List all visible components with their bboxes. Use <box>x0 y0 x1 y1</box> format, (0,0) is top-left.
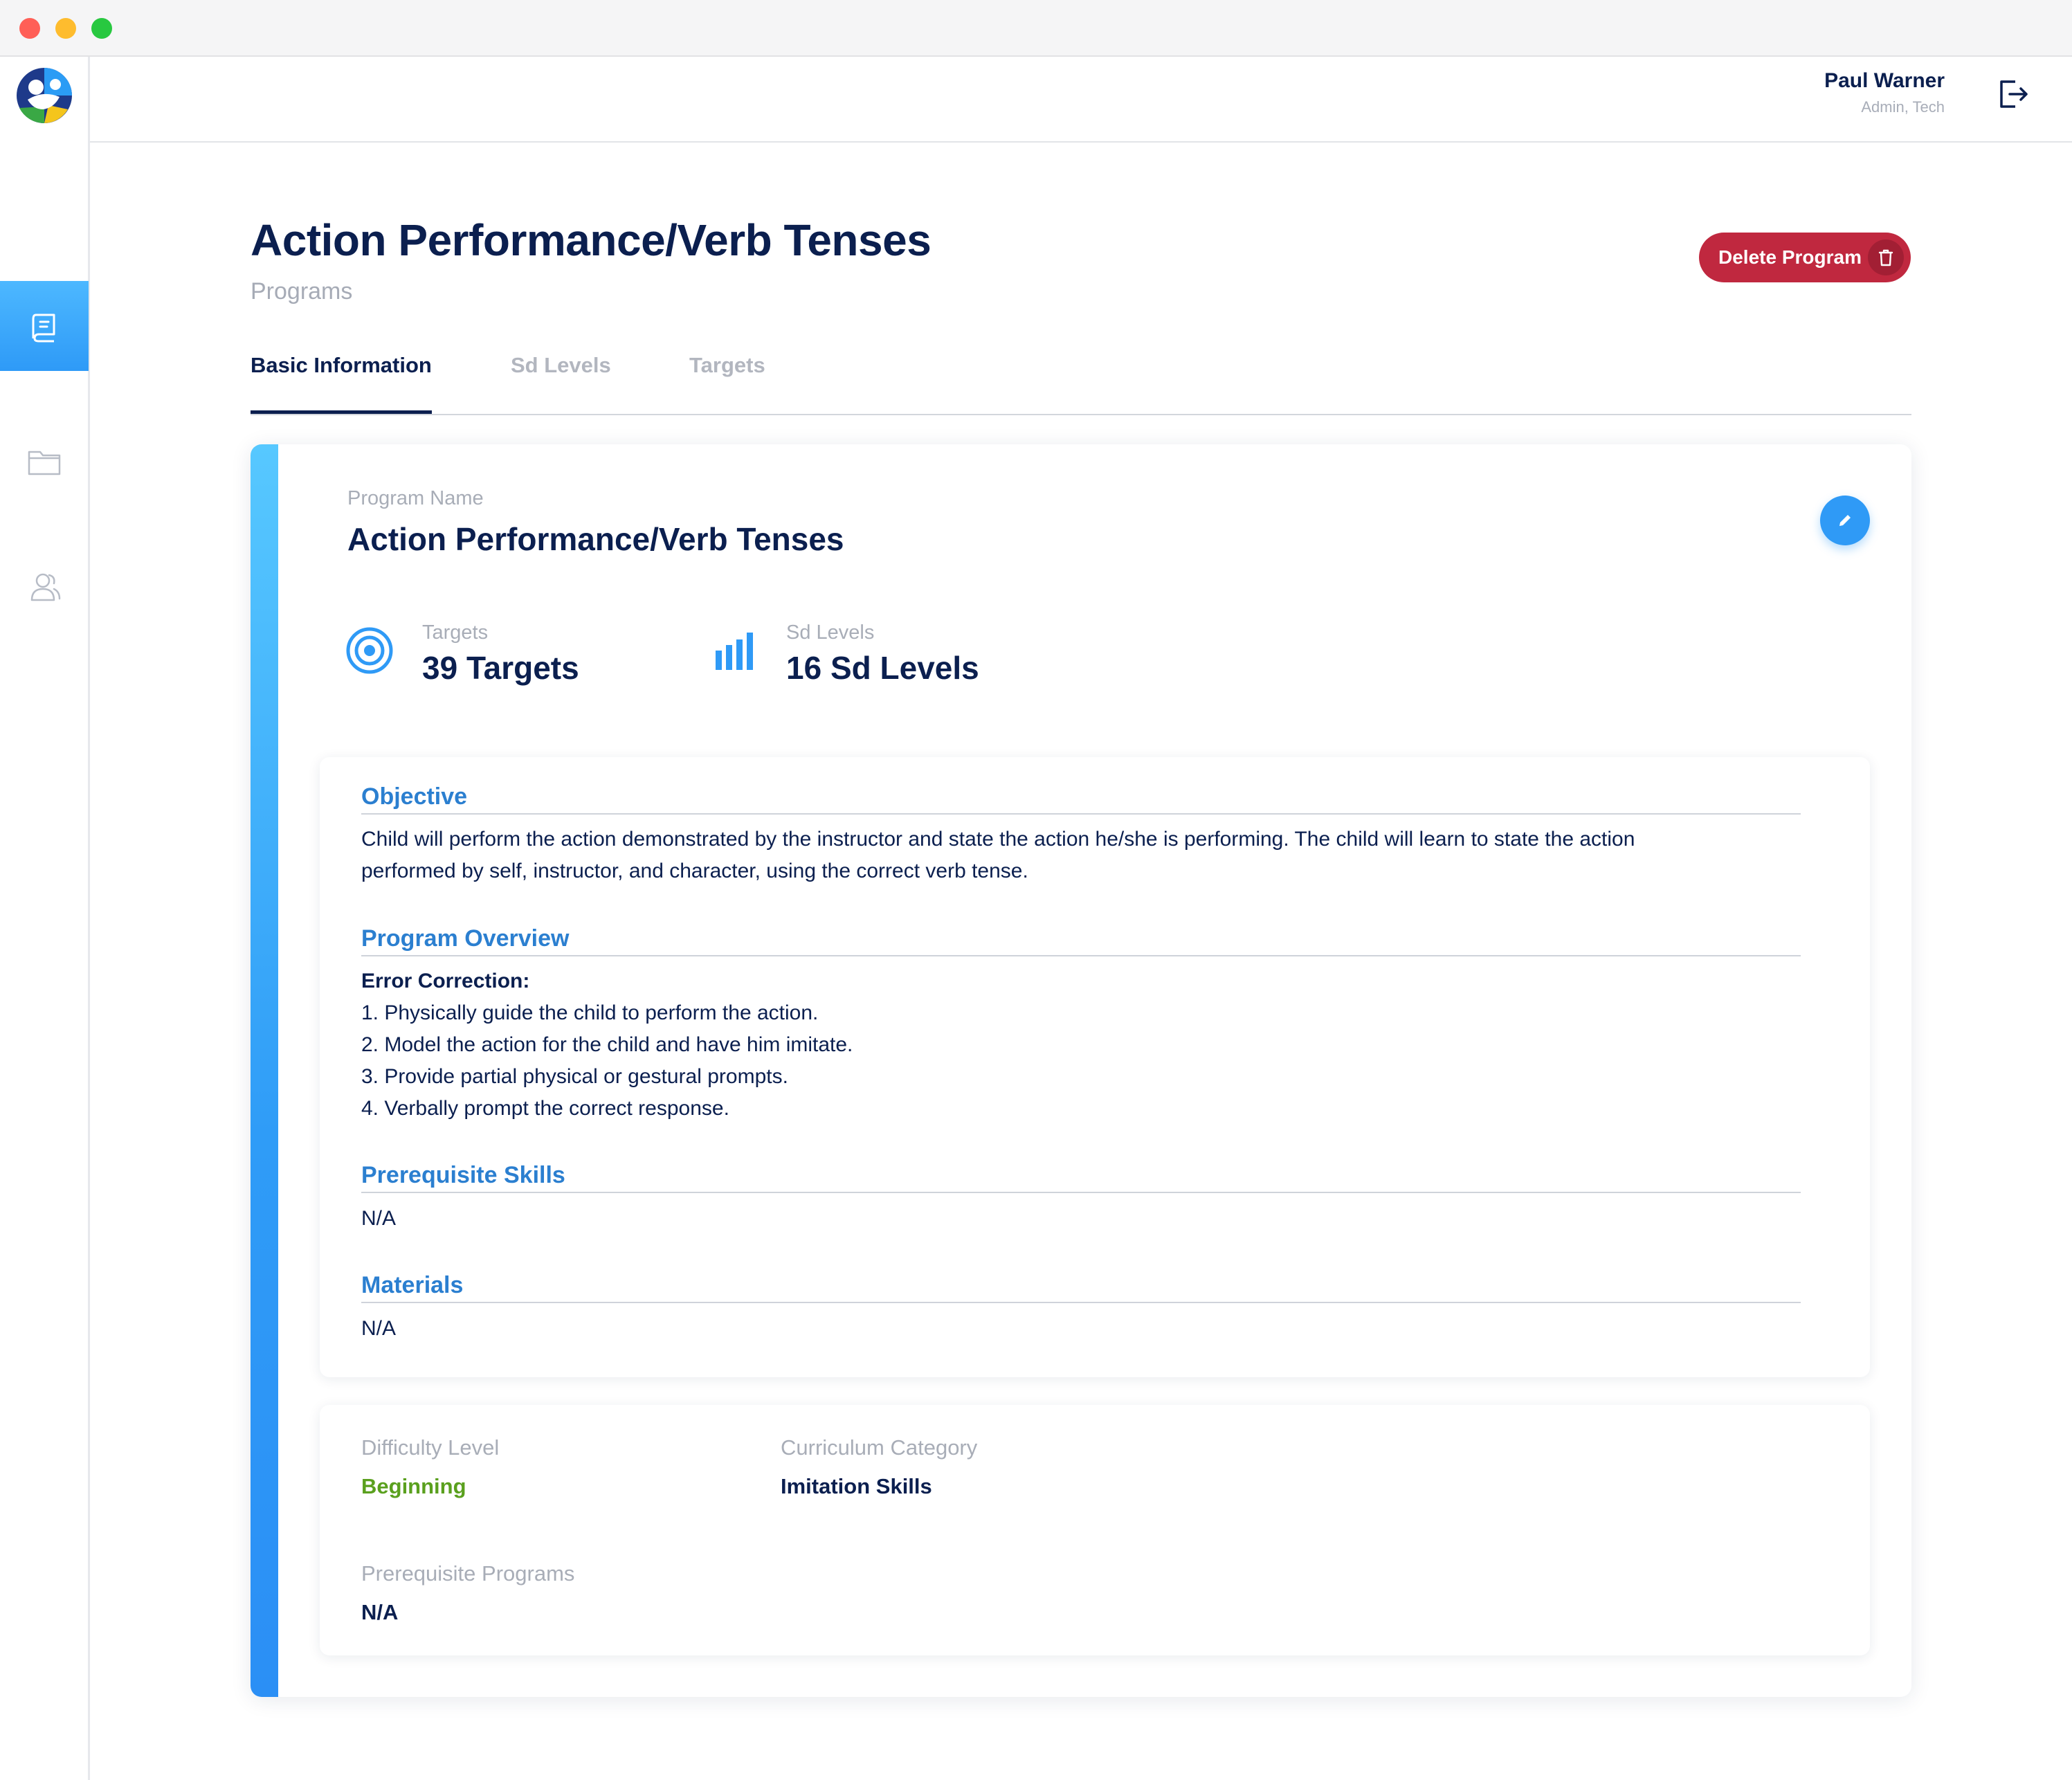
difficulty-level-value: Beginning <box>361 1474 466 1498</box>
curriculum-category-value: Imitation Skills <box>781 1474 932 1498</box>
prerequisite-programs-label: Prerequisite Programs <box>361 1561 575 1586</box>
materials-text: N/A <box>361 1317 397 1340</box>
program-details-box: Objective Child will perform the action … <box>320 757 1870 1377</box>
sidebar <box>0 57 90 1780</box>
window-titlebar <box>0 0 2072 57</box>
overview-step: 1. Physically guide the child to perform… <box>361 1001 819 1024</box>
program-overview-text: Error Correction: 1. Physically guide th… <box>361 965 1801 1125</box>
card-accent-stripe <box>251 444 278 1697</box>
page-title: Action Performance/Verb Tenses <box>251 215 932 265</box>
logout-icon[interactable] <box>1994 75 2033 113</box>
trash-icon <box>1868 239 1904 275</box>
bar-levels-icon <box>716 633 753 670</box>
sidebar-item-folders[interactable] <box>0 417 89 507</box>
sidebar-item-users[interactable] <box>0 541 89 631</box>
breadcrumb[interactable]: Programs <box>251 278 352 305</box>
sd-levels-stat-value: 16 Sd Levels <box>786 650 979 686</box>
user-role: Admin, Tech <box>1861 98 1945 116</box>
tab-basic-information[interactable]: Basic Information <box>251 353 432 414</box>
book-icon <box>32 314 55 343</box>
targets-stat-value: 39 Targets <box>422 650 579 686</box>
sd-levels-stat-label: Sd Levels <box>786 621 875 644</box>
target-icon <box>346 627 393 674</box>
program-name: Action Performance/Verb Tenses <box>347 521 844 557</box>
top-header: Paul Warner Admin, Tech <box>90 57 2072 143</box>
pencil-icon <box>1839 515 1851 526</box>
difficulty-level-label: Difficulty Level <box>361 1435 500 1460</box>
materials-title: Materials <box>361 1272 1801 1303</box>
program-meta-box: Difficulty Level Beginning Curriculum Ca… <box>320 1405 1870 1655</box>
app-logo[interactable] <box>15 66 73 125</box>
prerequisite-programs-value: N/A <box>361 1600 399 1624</box>
program-card: Program Name Action Performance/Verb Ten… <box>251 444 1911 1697</box>
folder-icon <box>28 451 61 475</box>
overview-step: 2. Model the action for the child and ha… <box>361 1033 853 1056</box>
objective-line: performed by self, instructor, and chara… <box>361 860 1028 882</box>
objective-text: Child will perform the action demonstrat… <box>361 824 1801 887</box>
tab-sd-levels[interactable]: Sd Levels <box>511 353 611 414</box>
user-name: Paul Warner <box>1824 69 1945 92</box>
tab-bar: Basic Information Sd Levels Targets <box>251 346 1911 415</box>
objective-line: Child will perform the action demonstrat… <box>361 828 1635 851</box>
objective-title: Objective <box>361 783 1801 815</box>
edit-program-button[interactable] <box>1820 496 1870 545</box>
program-name-label: Program Name <box>347 487 484 509</box>
program-overview-title: Program Overview <box>361 925 1801 956</box>
tab-targets[interactable]: Targets <box>689 353 765 414</box>
sidebar-item-programs[interactable] <box>0 281 89 371</box>
minimize-window-button[interactable] <box>55 18 76 39</box>
maximize-window-button[interactable] <box>91 18 112 39</box>
delete-program-label: Delete Program <box>1718 246 1862 268</box>
prerequisite-skills-text: N/A <box>361 1207 397 1230</box>
close-window-button[interactable] <box>19 18 40 39</box>
overview-step: 4. Verbally prompt the correct response. <box>361 1097 729 1120</box>
targets-stat-label: Targets <box>422 621 489 644</box>
curriculum-category-label: Curriculum Category <box>781 1435 978 1460</box>
prerequisite-skills-title: Prerequisite Skills <box>361 1162 1801 1193</box>
users-icon <box>30 573 61 601</box>
overview-step: 3. Provide partial physical or gestural … <box>361 1065 788 1088</box>
overview-heading: Error Correction: <box>361 970 530 992</box>
delete-program-button[interactable]: Delete Program <box>1699 233 1911 282</box>
